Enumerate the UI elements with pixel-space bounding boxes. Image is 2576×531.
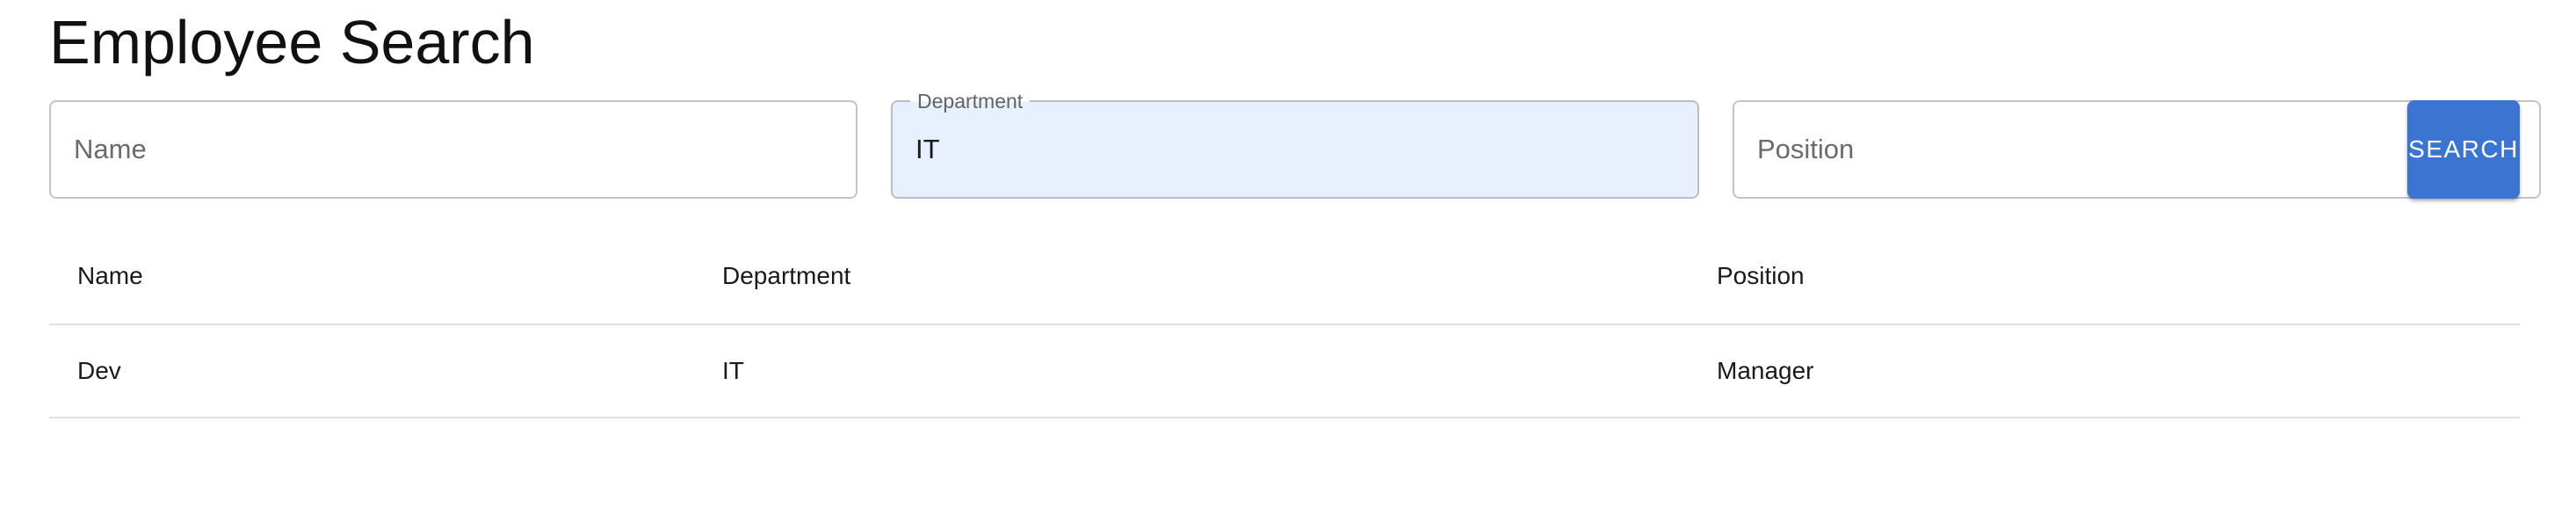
column-header-name: Name — [49, 229, 694, 325]
name-input[interactable] — [51, 102, 856, 197]
column-header-position: Position — [1689, 229, 2520, 325]
table-row: Dev IT Manager — [49, 324, 2520, 418]
search-form: Department SEARCH — [49, 89, 2541, 199]
page-title: Employee Search — [49, 8, 535, 76]
column-header-department: Department — [694, 229, 1689, 325]
cell-name: Dev — [49, 324, 694, 418]
name-field[interactable] — [49, 100, 857, 199]
department-input[interactable] — [893, 102, 1697, 197]
results-table: Name Department Position Dev IT Manager — [49, 229, 2520, 418]
search-button[interactable]: SEARCH — [2407, 100, 2520, 199]
cell-department: IT — [694, 324, 1689, 418]
table-header-row: Name Department Position — [49, 229, 2520, 325]
department-field[interactable]: Department — [891, 89, 1699, 199]
cell-position: Manager — [1689, 324, 2520, 418]
